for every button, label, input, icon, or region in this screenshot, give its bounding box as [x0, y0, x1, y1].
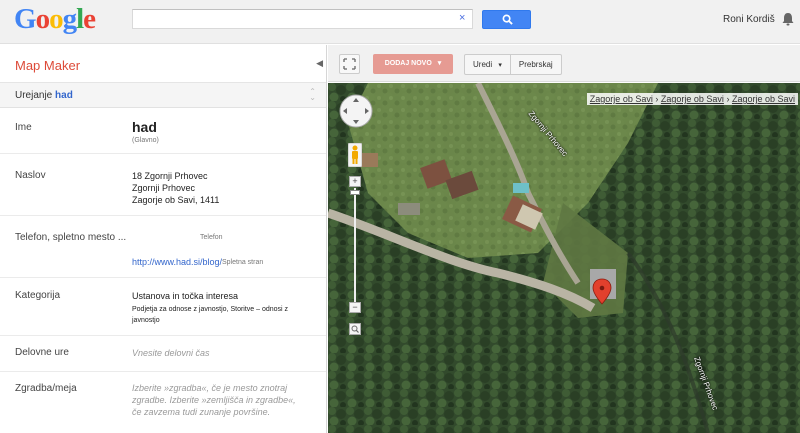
- breadcrumb-separator: ›: [655, 94, 659, 104]
- satellite-imagery: [328, 83, 800, 433]
- search-icon: [502, 14, 513, 25]
- field-name[interactable]: Ime had (Glavno): [0, 108, 326, 154]
- building-hint: Izberite »zgradba«, če je mesto znotraj …: [132, 383, 296, 417]
- field-building[interactable]: Zgradba/meja Izberite »zgradba«, če je m…: [0, 372, 326, 432]
- panel-title: Map Maker: [15, 58, 81, 73]
- breadcrumb-item[interactable]: Zagorje ob Savi: [732, 94, 795, 104]
- name-sub: (Glavno): [132, 137, 159, 144]
- zoom-area-icon[interactable]: [349, 323, 361, 335]
- pegman-icon[interactable]: [348, 143, 362, 167]
- category-sub: Podjetja za odnose z javnostjo, Storitve…: [132, 306, 289, 324]
- website-hint: Spletna stran: [222, 259, 264, 266]
- category-value: Ustanova in točka interesa: [132, 291, 239, 301]
- map-breadcrumb: Zagorje ob Savi › Zagorje ob Savi › Zago…: [586, 93, 798, 105]
- panel-header: Map Maker ◀: [0, 45, 326, 83]
- expand-icon[interactable]: ⌃ ⌄: [309, 88, 316, 102]
- fullscreen-button[interactable]: [339, 54, 360, 74]
- collapse-panel-icon[interactable]: ◀: [316, 58, 323, 69]
- map-area: DODAJ NOVO ▾ Uredi ▾ Prebrskaj Zgornji P…: [328, 45, 800, 433]
- field-phone-website[interactable]: Telefon, spletno mesto ... Telefon http:…: [0, 216, 326, 278]
- edit-target[interactable]: had: [55, 90, 73, 101]
- field-label-category: Kategorija: [15, 290, 61, 301]
- field-label-hours: Delovne ure: [15, 347, 69, 358]
- chevron-down-icon: ▾: [498, 62, 502, 69]
- address-line1: 18 Zgornji Prhovec: [132, 171, 208, 181]
- clear-search-icon[interactable]: ×: [459, 12, 465, 24]
- add-new-label: DODAJ NOVO: [384, 60, 432, 67]
- field-label-address: Naslov: [15, 170, 46, 181]
- browse-button[interactable]: Prebrskaj: [511, 55, 561, 74]
- name-value[interactable]: had: [132, 119, 157, 135]
- google-logo[interactable]: Google: [14, 3, 96, 36]
- top-bar: Google × Roni Kordiš: [0, 0, 800, 44]
- edit-label: Urejanje had: [15, 90, 73, 101]
- breadcrumb-separator: ›: [726, 94, 730, 104]
- field-hours[interactable]: Delovne ure Vnesite delovni čas: [0, 336, 326, 372]
- zoom-track[interactable]: [354, 188, 356, 302]
- search-button[interactable]: [482, 10, 531, 29]
- website-link[interactable]: http://www.had.si/blog/: [132, 256, 222, 268]
- edit-menu-label: Uredi: [473, 60, 493, 69]
- chevron-down-icon: ▾: [437, 60, 442, 67]
- address-line3: Zagorje ob Savi, 1411: [132, 195, 220, 205]
- address-line2: Zgornji Prhovec: [132, 183, 196, 193]
- zoom-in-button[interactable]: +: [349, 176, 361, 187]
- edit-button-group: Uredi ▾ Prebrskaj: [464, 54, 562, 75]
- edit-menu-button[interactable]: Uredi ▾: [465, 55, 510, 74]
- phone-hint: Telefon: [200, 234, 223, 241]
- zoom-out-button[interactable]: −: [349, 302, 361, 313]
- field-category[interactable]: Kategorija Ustanova in točka interesa Po…: [0, 278, 326, 336]
- zoom-slider[interactable]: + −: [349, 176, 361, 314]
- field-label-name: Ime: [15, 122, 32, 133]
- satellite-map[interactable]: Zgornji Prhovec Zgornji Prhovec Zagorje …: [328, 83, 800, 433]
- hours-placeholder[interactable]: Vnesite delovni čas: [132, 347, 210, 359]
- edit-bar: Urejanje had ⌃ ⌄: [0, 83, 326, 108]
- zoom-handle[interactable]: [350, 190, 360, 195]
- fullscreen-icon: [343, 58, 356, 70]
- map-toolbar: DODAJ NOVO ▾ Uredi ▾ Prebrskaj: [328, 45, 800, 82]
- pan-control[interactable]: [338, 93, 374, 129]
- breadcrumb-item[interactable]: Zagorje ob Savi: [590, 94, 653, 104]
- field-address[interactable]: Naslov 18 Zgornji Prhovec Zgornji Prhove…: [0, 154, 326, 216]
- notification-bell-icon[interactable]: [782, 12, 794, 26]
- search-input[interactable]: [132, 9, 473, 29]
- user-name[interactable]: Roni Kordiš: [723, 14, 775, 25]
- map-maker-panel: Map Maker ◀ Urejanje had ⌃ ⌄ Ime had (Gla…: [0, 45, 327, 433]
- field-label-building: Zgradba/meja: [15, 383, 77, 394]
- field-label-phone: Telefon, spletno mesto ...: [15, 232, 127, 243]
- add-new-button[interactable]: DODAJ NOVO ▾: [373, 54, 453, 74]
- edit-prefix: Urejanje: [15, 90, 53, 101]
- breadcrumb-item[interactable]: Zagorje ob Savi: [661, 94, 724, 104]
